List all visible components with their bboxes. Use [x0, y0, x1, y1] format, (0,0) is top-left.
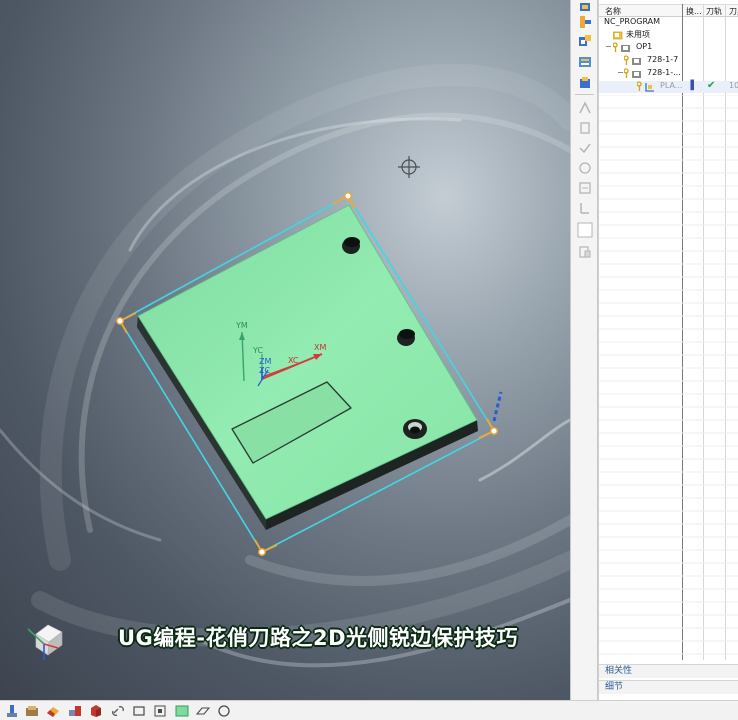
graphics-viewport[interactable]: YM YC ZM ZC XC XM UG编程-花俏刀路之2D光侧锐边保护技巧	[0, 0, 570, 700]
change-mark-icon: ▐	[687, 81, 694, 91]
column-name[interactable]: 名称	[605, 6, 621, 17]
create-geometry-icon[interactable]	[576, 33, 593, 49]
plane-select-icon[interactable]	[195, 703, 211, 719]
navigator-header: 名称 换... 刀轨 刀具	[599, 4, 738, 17]
bbox-handle-top[interactable]	[344, 192, 352, 200]
part-top-face[interactable]	[137, 204, 478, 520]
bbox-handle-left[interactable]	[116, 317, 124, 325]
hole-counterbore[interactable]	[403, 419, 427, 439]
compare-icon[interactable]	[67, 703, 83, 719]
axis-label-yc: YC	[253, 346, 264, 355]
program-group-icon	[624, 68, 641, 78]
tree-row-728-1-7[interactable]: 728-1-7	[599, 55, 738, 67]
link-icon[interactable]	[110, 703, 126, 719]
toolpath-check-icon: ✔	[707, 80, 716, 91]
crosshair-cursor-icon	[398, 156, 420, 178]
bottom-toolbar	[0, 700, 738, 720]
operation-toolbar	[570, 0, 598, 700]
simulate-icon[interactable]	[576, 160, 593, 176]
tree-row-nc-program[interactable]: NC_PROGRAM	[599, 17, 738, 29]
axis-label-xm: XM	[314, 343, 327, 352]
column-tool[interactable]: 刀具	[729, 6, 738, 17]
tab-details[interactable]: 细节	[599, 680, 738, 694]
column-toolpath[interactable]: 刀轨	[706, 6, 722, 17]
video-caption: UG编程-花俏刀路之2D光侧锐边保护技巧	[118, 626, 519, 650]
operation-navigator: 名称 换... 刀轨 刀具 NC_PROGRAM 未用项 − OP1 728-1…	[598, 0, 738, 700]
postprocess-icon[interactable]	[576, 180, 593, 196]
blank-icon[interactable]	[576, 222, 593, 238]
gear-select-icon[interactable]	[216, 703, 232, 719]
create-method-icon[interactable]	[576, 54, 593, 70]
scene-svg	[0, 63, 570, 668]
create-tool-icon[interactable]	[576, 14, 593, 30]
bbox-handle-bottom[interactable]	[258, 548, 266, 556]
tree-row-728-1-b[interactable]: − 728-1-...	[599, 68, 738, 80]
z-direction-handle[interactable]	[492, 391, 503, 422]
tree-row-unused[interactable]: 未用项	[599, 29, 738, 41]
unused-folder-icon	[613, 31, 623, 40]
axis-label-zm: ZM	[259, 357, 272, 366]
list-icon[interactable]	[576, 244, 593, 260]
machine-tool-icon[interactable]	[4, 703, 20, 719]
tab-dependencies[interactable]: 相关性	[599, 664, 738, 678]
verify-toolpath-icon[interactable]	[576, 140, 593, 156]
axis-label-zc: ZC	[259, 366, 271, 375]
program-group-icon	[613, 42, 630, 52]
replay-toolpath-icon[interactable]	[576, 120, 593, 136]
generate-toolpath-icon[interactable]	[576, 100, 593, 116]
face-icon[interactable]	[152, 703, 168, 719]
create-operation-icon[interactable]	[576, 75, 593, 91]
eraser-icon[interactable]	[45, 703, 61, 719]
solid-cube-icon[interactable]	[88, 703, 104, 719]
axis-label-xc: XC	[288, 356, 299, 365]
tree-row-planar-op[interactable]: PLA... ▐ ✔ 10.	[599, 80, 738, 93]
navigator-empty-rows	[599, 95, 738, 655]
toolbar-separator	[575, 94, 594, 95]
ipw-icon[interactable]	[24, 703, 40, 719]
planar-operation-icon	[637, 81, 654, 92]
tree-row-op1[interactable]: − OP1	[599, 42, 738, 54]
axis-label-ym: YM	[236, 321, 248, 330]
column-change[interactable]: 换...	[686, 6, 702, 17]
green-box-icon[interactable]	[174, 703, 190, 719]
program-group-icon	[624, 55, 641, 65]
bbox-handle-right[interactable]	[490, 427, 498, 435]
shop-doc-icon[interactable]	[576, 200, 593, 216]
rectangle-icon[interactable]	[131, 703, 147, 719]
view-triad[interactable]	[27, 624, 63, 660]
